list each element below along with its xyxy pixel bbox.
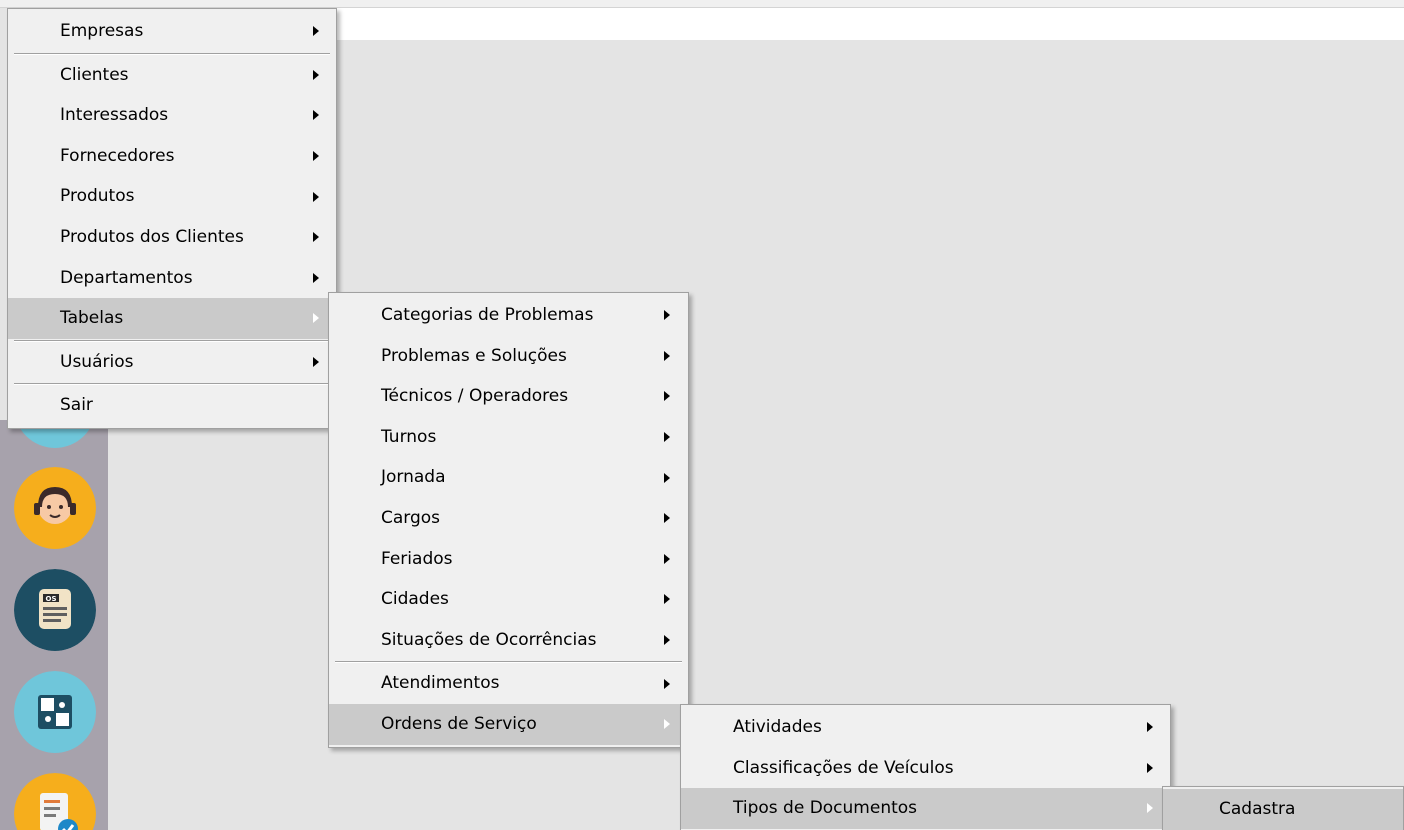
menu-item-turnos[interactable]: Turnos — [329, 417, 688, 458]
submenu-arrow-icon — [313, 272, 319, 283]
menu-item-cidades[interactable]: Cidades — [329, 579, 688, 620]
menu-item-label: Jornada — [381, 467, 446, 488]
left-toolbar: OS — [0, 366, 108, 830]
submenu-arrow-icon — [664, 432, 670, 443]
main-menu: Empresas Clientes Interessados Fornecedo… — [7, 8, 337, 429]
submenu-arrow-icon — [664, 678, 670, 689]
menu-item-label: Clientes — [60, 64, 129, 85]
menu-item-ordens-de-servico[interactable]: Ordens de Serviço — [329, 703, 688, 745]
menu-item-usuarios[interactable]: Usuários — [8, 342, 336, 383]
menu-item-tipos-de-documentos[interactable]: Tipos de Documentos — [681, 788, 1170, 829]
menu-item-jornada[interactable]: Jornada — [329, 457, 688, 498]
menu-item-label: Tipos de Documentos — [733, 798, 918, 819]
menu-item-produtos[interactable]: Produtos — [8, 176, 336, 217]
menu-item-empresas[interactable]: Empresas — [8, 11, 336, 52]
menu-item-label: Categorias de Problemas — [381, 305, 594, 325]
menu-item-label: Fornecedores — [60, 145, 175, 166]
menu-item-label: Turnos — [381, 426, 437, 447]
menu-item-fornecedores[interactable]: Fornecedores — [8, 136, 336, 177]
submenu-arrow-icon — [313, 69, 319, 80]
support-agent-icon[interactable] — [14, 467, 96, 549]
menu-item-clientes[interactable]: Clientes — [8, 55, 336, 96]
menu-item-label: Classificações de Veículos — [733, 757, 954, 778]
menu-item-label: Usuários — [60, 351, 134, 372]
submenu-arrow-icon — [664, 635, 670, 646]
menu-item-atividades[interactable]: Atividades — [681, 707, 1170, 748]
top-input-strip — [336, 8, 1404, 40]
os-badge-text: OS — [46, 595, 57, 603]
submenu-arrow-icon — [664, 350, 670, 361]
menu-item-label: Feriados — [381, 548, 453, 569]
top-menubar — [0, 0, 1404, 8]
menu-item-label: Produtos — [60, 186, 135, 207]
menu-item-label: Técnicos / Operadores — [381, 386, 569, 407]
tipos-de-documentos-submenu: Cadastra — [1162, 786, 1404, 830]
submenu-arrow-icon — [664, 719, 670, 730]
ordens-de-servico-submenu: Atividades Classificações de Veículos Ti… — [680, 704, 1171, 830]
puzzle-icon[interactable] — [14, 671, 96, 753]
submenu-arrow-icon — [313, 26, 319, 37]
menu-item-problemas-e-solucoes[interactable]: Problemas e Soluções — [329, 336, 688, 377]
menu-item-label: Atendimentos — [381, 673, 500, 694]
submenu-arrow-icon — [664, 391, 670, 402]
checklist-icon[interactable] — [14, 773, 96, 830]
menu-item-label: Cidades — [381, 589, 449, 610]
menu-item-label: Situações de Ocorrências — [381, 629, 597, 650]
menu-item-label: Interessados — [60, 105, 169, 126]
submenu-arrow-icon — [664, 513, 670, 524]
submenu-arrow-icon — [313, 313, 319, 324]
submenu-arrow-icon — [664, 472, 670, 483]
menu-item-categorias-de-problemas[interactable]: Categorias de Problemas — [329, 295, 688, 336]
submenu-arrow-icon — [664, 594, 670, 605]
menu-item-departamentos[interactable]: Departamentos — [8, 258, 336, 299]
submenu-arrow-icon — [1147, 722, 1153, 733]
submenu-arrow-icon — [1147, 762, 1153, 773]
menu-item-tabelas[interactable]: Tabelas — [8, 298, 336, 339]
submenu-arrow-icon — [313, 232, 319, 243]
menu-item-label: Empresas — [60, 21, 144, 41]
menu-item-label: Tabelas — [60, 308, 124, 329]
menu-item-cargos[interactable]: Cargos — [329, 498, 688, 539]
menu-item-label: Problemas e Soluções — [381, 345, 567, 366]
submenu-arrow-icon — [313, 151, 319, 162]
menu-item-cadastra[interactable]: Cadastra — [1163, 789, 1403, 830]
submenu-arrow-icon — [664, 553, 670, 564]
menu-item-atendimentos[interactable]: Atendimentos — [329, 663, 688, 704]
submenu-arrow-icon — [313, 110, 319, 121]
menu-item-sair[interactable]: Sair — [8, 385, 336, 426]
menu-item-classificacoes-de-veiculos[interactable]: Classificações de Veículos — [681, 748, 1170, 789]
menu-item-label: Cargos — [381, 507, 441, 528]
tabelas-submenu: Categorias de Problemas Problemas e Solu… — [328, 292, 689, 748]
menu-item-label: Departamentos — [60, 267, 193, 288]
submenu-arrow-icon — [1147, 803, 1153, 814]
menu-item-situacoes-de-ocorrencias[interactable]: Situações de Ocorrências — [329, 620, 688, 661]
menu-item-produtos-dos-clientes[interactable]: Produtos dos Clientes — [8, 217, 336, 258]
submenu-arrow-icon — [313, 191, 319, 202]
menu-item-label: Ordens de Serviço — [381, 713, 537, 734]
submenu-arrow-icon — [664, 310, 670, 321]
menu-item-interessados[interactable]: Interessados — [8, 95, 336, 136]
os-document-icon[interactable]: OS — [14, 569, 96, 651]
menu-item-label: Atividades — [733, 717, 822, 737]
menu-item-label: Produtos dos Clientes — [60, 226, 244, 247]
menu-item-feriados[interactable]: Feriados — [329, 539, 688, 580]
submenu-arrow-icon — [313, 357, 319, 368]
menu-item-tecnicos-operadores[interactable]: Técnicos / Operadores — [329, 376, 688, 417]
menu-item-label: Sair — [60, 395, 93, 416]
menu-item-label: Cadastra — [1219, 799, 1296, 819]
